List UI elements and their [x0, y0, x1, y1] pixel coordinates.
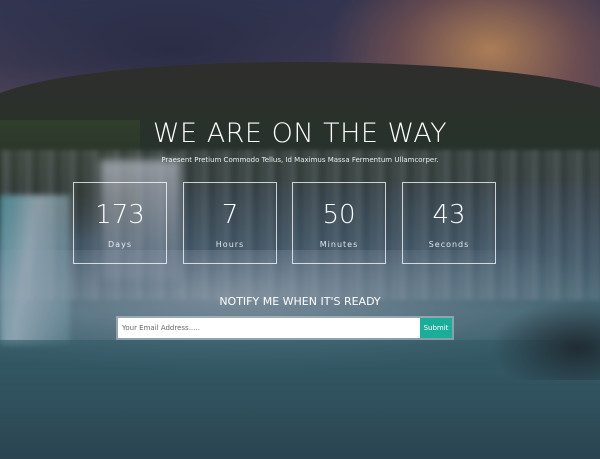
page-subtitle: Praesent Pretium Commodo Tellus, Id Maxi…	[161, 156, 439, 164]
email-input[interactable]	[118, 318, 420, 338]
countdown-minutes-box: 50 Minutes	[292, 182, 386, 264]
countdown-minutes-label: Minutes	[319, 240, 359, 249]
countdown-hours-value: 7	[221, 200, 239, 230]
countdown-seconds-label: Seconds	[428, 240, 470, 249]
countdown-timer: 173 Days 7 Hours 50 Minutes 43 Seconds	[73, 182, 497, 266]
notify-heading: NOTIFY ME WHEN IT'S READY	[219, 295, 381, 308]
countdown-seconds-value: 43	[432, 200, 466, 230]
page-content: WE ARE ON THE WAY Praesent Pretium Commo…	[0, 0, 600, 459]
countdown-days-label: Days	[108, 240, 132, 249]
page-title: WE ARE ON THE WAY	[152, 118, 448, 149]
countdown-hours-box: 7 Hours	[183, 182, 277, 264]
countdown-minutes-value: 50	[322, 200, 356, 230]
subscribe-form: Submit	[116, 316, 454, 340]
countdown-hours-label: Hours	[215, 240, 245, 249]
submit-button[interactable]: Submit	[420, 318, 452, 338]
countdown-days-box: 173 Days	[73, 182, 167, 264]
countdown-days-value: 173	[95, 200, 145, 230]
countdown-seconds-box: 43 Seconds	[402, 182, 496, 264]
